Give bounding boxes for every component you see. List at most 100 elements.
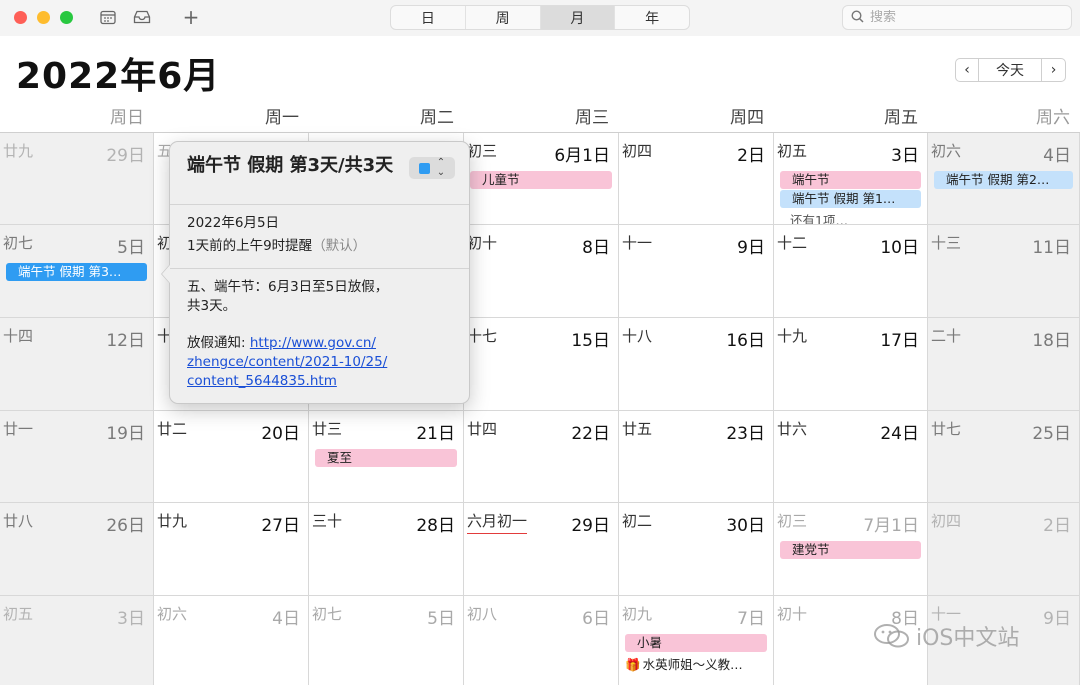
day-cell[interactable]: 二十 18日 [928, 318, 1080, 411]
day-number: 28日 [416, 516, 455, 536]
fullscreen-window-button[interactable] [60, 11, 73, 24]
url-link[interactable]: zhengce/content/2021-10/25/ [187, 353, 387, 372]
popover-notes[interactable]: 五、端午节：6月3日至5日放假， 共3天。 [187, 278, 388, 316]
day-cell[interactable]: 廿一 19日 [0, 411, 154, 503]
event-chip[interactable]: 端午节 [780, 171, 921, 189]
tab-year[interactable]: 年 [615, 6, 689, 29]
toolbar: + 日 周 月 年 [0, 0, 1080, 36]
url-link[interactable]: http://www.gov.cn/ [250, 335, 376, 351]
day-cell[interactable]: 三十 28日 [309, 503, 464, 596]
day-cell[interactable]: 初四 2日 [619, 133, 774, 225]
view-switcher: 日 周 月 年 [390, 5, 690, 30]
day-number: 15日 [571, 331, 610, 351]
lunar-date: 初十 [777, 605, 808, 623]
day-cell[interactable]: 廿七 25日 [928, 411, 1080, 503]
day-cell[interactable]: 初六 4日 端午节 假期 第2… [928, 133, 1080, 225]
alert-text: 1天前的上午9时提醒 [187, 238, 313, 254]
event-chip[interactable]: 端午节 假期 第1… [780, 190, 921, 208]
day-cell[interactable]: 初三 6月1日 儿童节 [464, 133, 619, 225]
day-cell[interactable]: 初十 8日 [464, 225, 619, 318]
month-grid: 廿九 29日五初三 6月1日 儿童节 初四 2日 初五 3日 端午节 端午节 假期 第1… 还有1项… [0, 132, 1080, 685]
inbox-icon[interactable] [132, 8, 152, 26]
day-cell[interactable]: 初二 30日 [619, 503, 774, 596]
url-label: 放假通知: [187, 335, 250, 351]
url-link[interactable]: content_5644835.htm [187, 372, 387, 391]
search-icon [851, 8, 864, 27]
tab-day[interactable]: 日 [391, 6, 466, 29]
day-number: 16日 [726, 331, 765, 351]
day-cell[interactable]: 廿二 20日 [154, 411, 309, 503]
wechat-logo-icon [874, 624, 909, 648]
watermark-text: iOS中文站 [916, 626, 1020, 651]
today-button[interactable]: 今天 [979, 58, 1041, 82]
popover-event-title[interactable]: 端午节 假期 第3天/共3天 [187, 154, 409, 178]
popover-date[interactable]: 2022年6月5日 [187, 214, 279, 233]
event-chip[interactable]: 小暑 [625, 634, 767, 652]
calendar-color-picker[interactable]: ⌃ ⌄ [409, 157, 455, 179]
divider [170, 268, 469, 269]
lunar-date: 廿一 [3, 420, 34, 438]
event-chip[interactable]: 端午节 假期 第3… [6, 263, 147, 281]
lunar-date: 初七 [312, 605, 343, 623]
day-cell[interactable]: 初三 7月1日建党节 [774, 503, 928, 596]
event-chip[interactable]: 儿童节 [470, 171, 612, 189]
lunar-date: 廿六 [777, 420, 808, 438]
day-cell[interactable]: 十四 12日 [0, 318, 154, 411]
day-cell[interactable]: 初五 3日 [0, 596, 154, 685]
next-month-button[interactable]: › [1041, 58, 1066, 82]
day-cell[interactable]: 十一 9日 [619, 225, 774, 318]
lunar-date: 十九 [777, 327, 808, 345]
tab-week[interactable]: 周 [466, 6, 541, 29]
day-cell[interactable]: 十九 17日 [774, 318, 928, 411]
more-events-link[interactable]: 还有1项… [790, 210, 848, 224]
day-number: 29日 [106, 146, 145, 166]
tab-month[interactable]: 月 [540, 6, 616, 29]
day-cell[interactable]: 初八 6日 [464, 596, 619, 685]
day-cell[interactable]: 初七 5日 [309, 596, 464, 685]
day-cell[interactable]: 廿六 24日 [774, 411, 928, 503]
lunar-date: 初五 [3, 605, 34, 623]
day-cell[interactable]: 十七 15日 [464, 318, 619, 411]
day-cell[interactable]: 十八 16日 [619, 318, 774, 411]
event-chip[interactable]: 夏至 [315, 449, 457, 467]
day-cell[interactable]: 初七 5日 端午节 假期 第3… [0, 225, 154, 318]
day-number: 25日 [1032, 424, 1071, 444]
day-cell[interactable]: 六月初一 29日 [464, 503, 619, 596]
event-chip[interactable]: 端午节 假期 第2… [934, 171, 1073, 189]
day-number: 7月1日 [863, 516, 919, 536]
day-cell[interactable]: 初五 3日 端午节 端午节 假期 第1… 还有1项… [774, 133, 928, 225]
popover-alert[interactable]: 1天前的上午9时提醒（默认） [187, 237, 366, 256]
day-cell[interactable]: 廿九 27日 [154, 503, 309, 596]
day-cell[interactable]: 廿八 26日 [0, 503, 154, 596]
lunar-date: 十一 [622, 234, 653, 252]
day-number: 5日 [427, 609, 455, 629]
day-cell[interactable]: 十三 11日 [928, 225, 1080, 318]
day-cell[interactable]: 廿五 23日 [619, 411, 774, 503]
lunar-date: 廿九 [3, 142, 34, 160]
add-event-button[interactable]: + [181, 5, 201, 29]
day-cell[interactable]: 廿三 21日 夏至 [309, 411, 464, 503]
lunar-date: 十二 [777, 234, 808, 252]
day-cell[interactable]: 初六 4日 [154, 596, 309, 685]
search-input[interactable] [870, 10, 1050, 25]
event-chip[interactable]: 建党节 [780, 541, 921, 559]
minimize-window-button[interactable] [37, 11, 50, 24]
lunar-date: 廿九 [157, 512, 188, 530]
event-item[interactable]: 🎁 水英师姐～义教… [625, 654, 767, 673]
day-cell[interactable]: 初九 7日 小暑 🎁 水英师姐～义教… [619, 596, 774, 685]
weekday-label: 周三 [575, 108, 609, 128]
close-window-button[interactable] [14, 11, 27, 24]
day-cell[interactable]: 廿四 22日 [464, 411, 619, 503]
calendar-list-icon[interactable] [98, 8, 118, 26]
lunar-date: 初三 [777, 512, 808, 530]
lunar-date: 初二 [622, 512, 653, 530]
weekday-label: 周二 [420, 108, 454, 128]
day-number: 10日 [880, 238, 919, 258]
previous-month-button[interactable]: ‹ [955, 58, 979, 82]
day-number: 17日 [880, 331, 919, 351]
search-box[interactable] [842, 5, 1072, 30]
day-cell[interactable]: 廿九 29日 [0, 133, 154, 225]
day-cell[interactable]: 十二 10日 [774, 225, 928, 318]
notes-line: 五、端午节：6月3日至5日放假， [187, 279, 389, 295]
day-cell[interactable]: 初四 2日 [928, 503, 1080, 596]
